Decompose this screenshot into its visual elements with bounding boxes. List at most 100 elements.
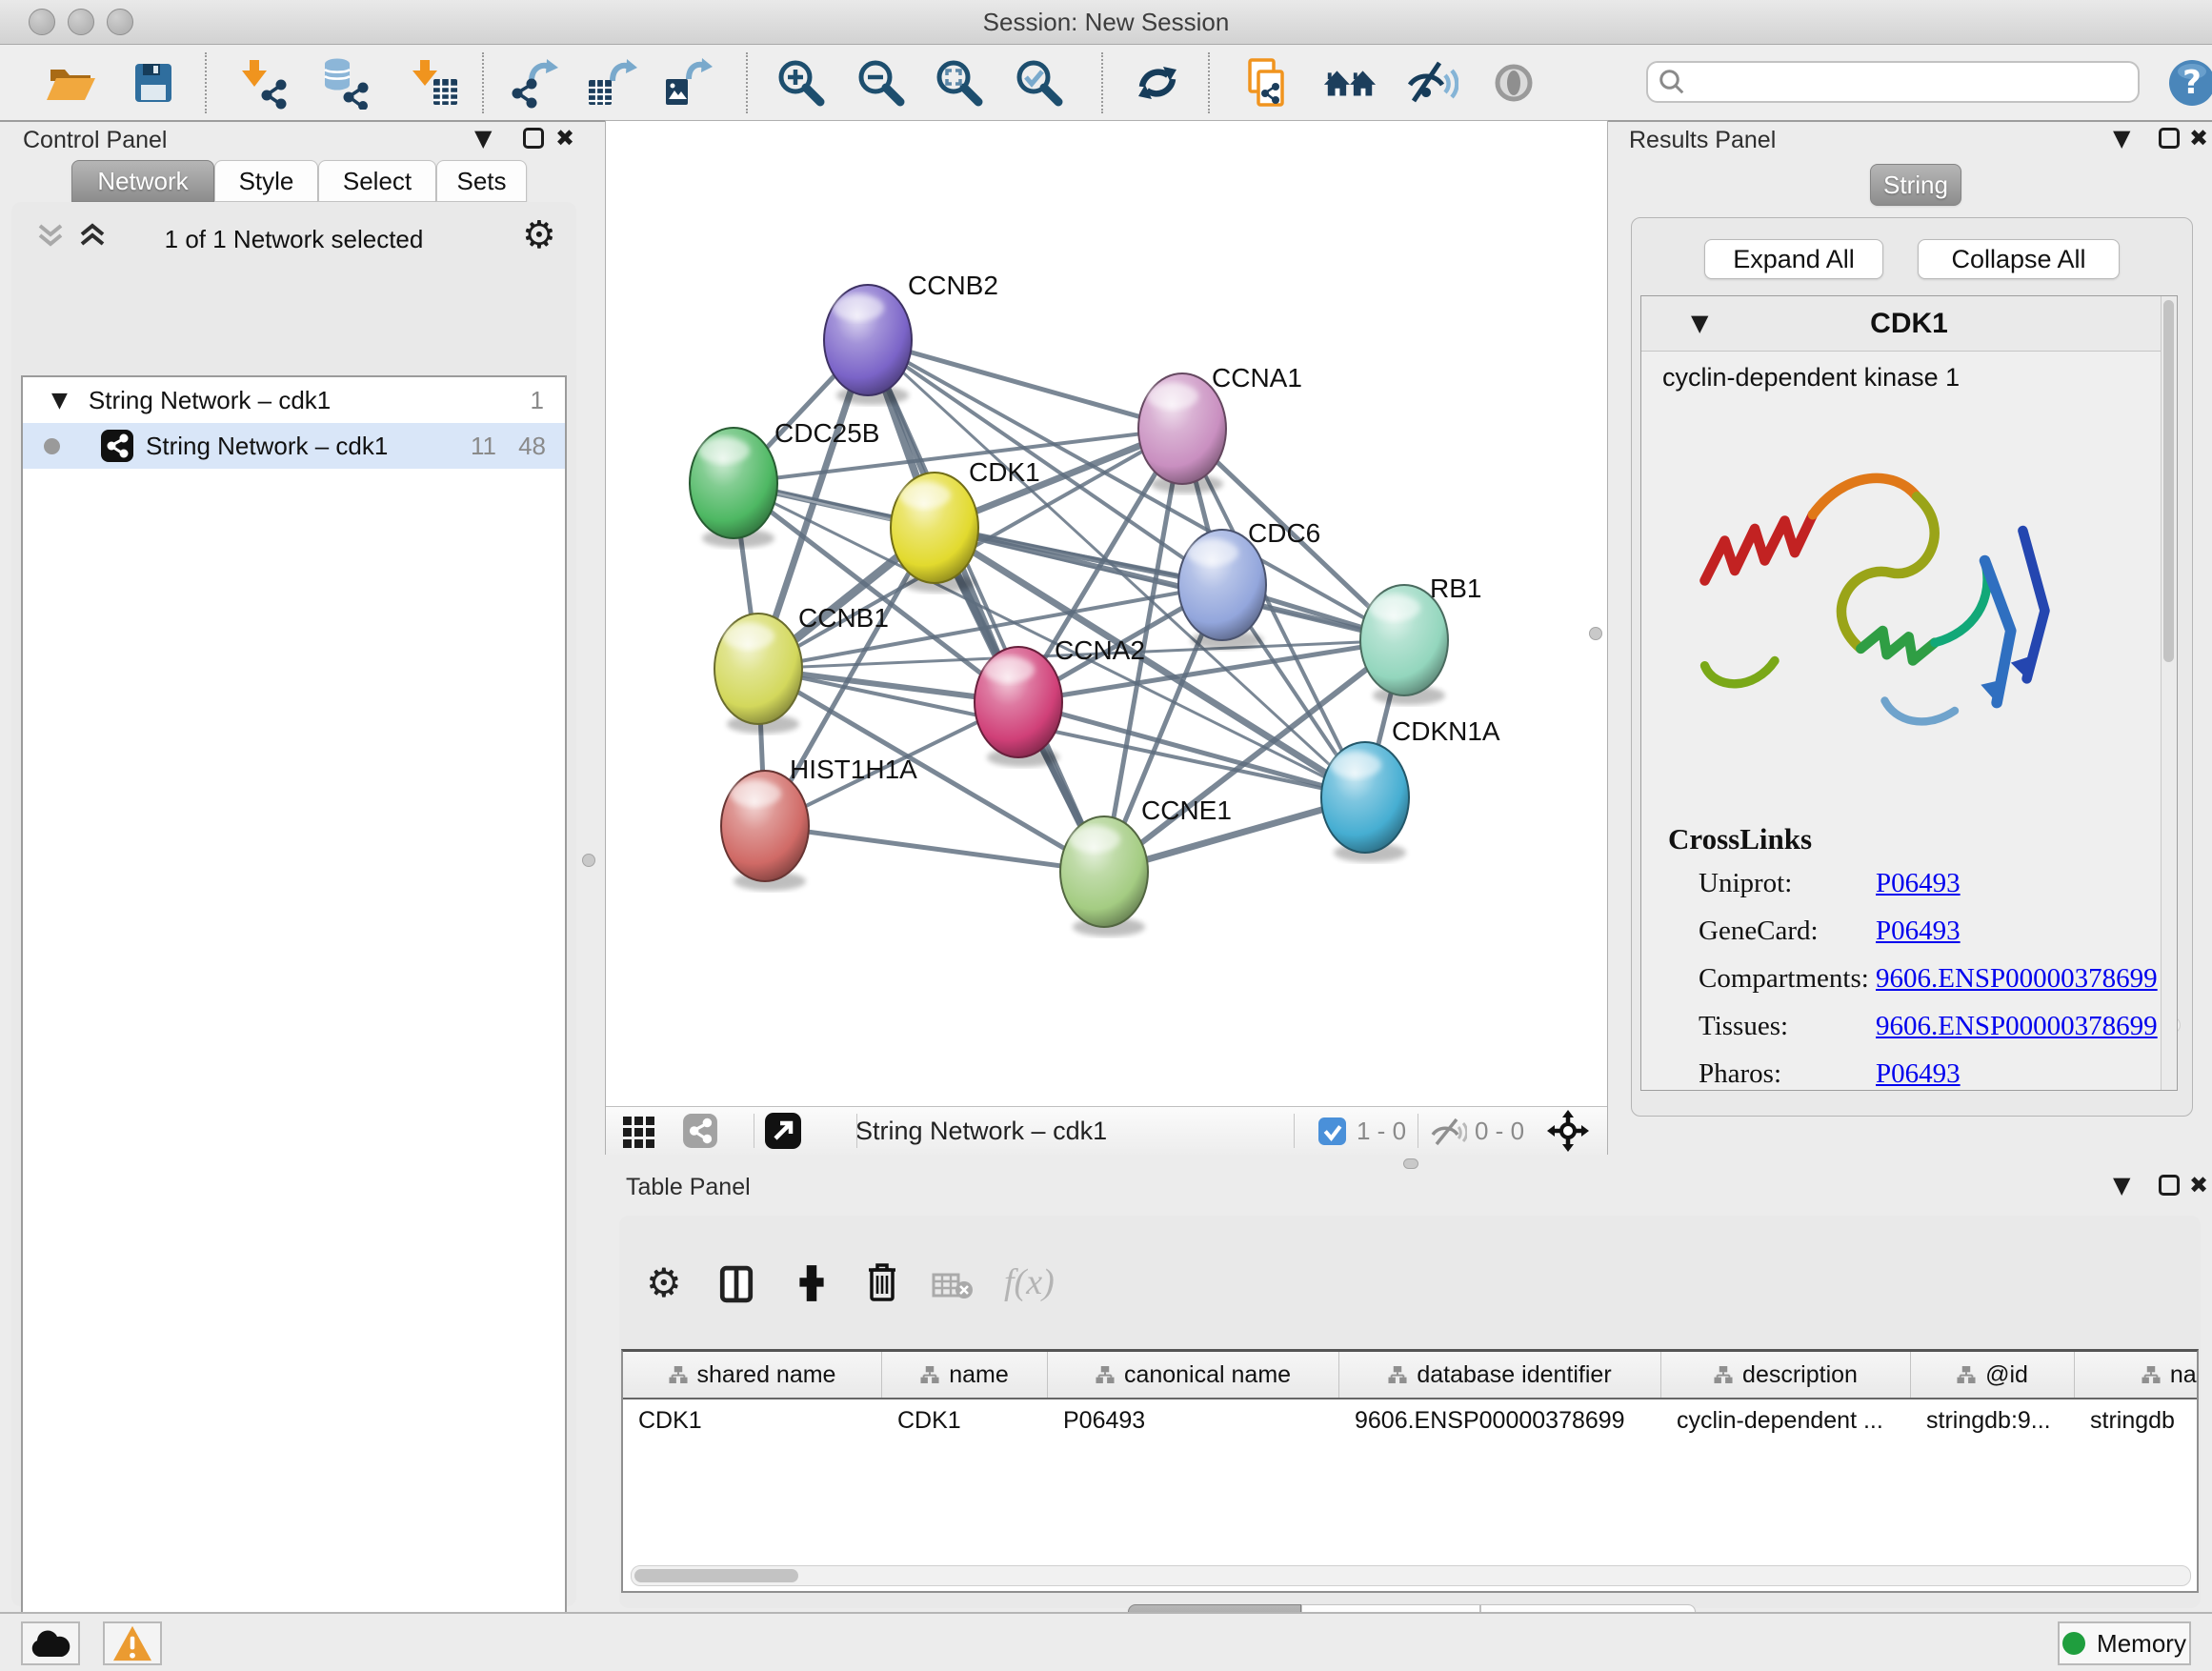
- panel-float-icon[interactable]: [2159, 128, 2180, 149]
- table-column-header[interactable]: database identifier: [1339, 1352, 1661, 1398]
- column-type-icon: [1388, 1366, 1407, 1383]
- panel-float-icon[interactable]: [2159, 1175, 2180, 1196]
- crosslink-link[interactable]: P06493: [1876, 916, 1961, 947]
- table-panel-title: Table Panel: [626, 1174, 751, 1201]
- table-cell[interactable]: P06493: [1048, 1407, 1339, 1435]
- results-vscrollbar[interactable]: [2161, 296, 2177, 1090]
- panel-close-icon[interactable]: ✖: [555, 126, 574, 151]
- zoom-selected-button[interactable]: [1012, 55, 1067, 111]
- table-cell[interactable]: CDK1: [882, 1407, 1048, 1435]
- table-cell[interactable]: 9606.ENSP00000378699: [1339, 1407, 1661, 1435]
- houses-icon: [1322, 56, 1377, 110]
- left-splitter-handle[interactable]: [582, 854, 595, 867]
- network-node[interactable]: CCNA1: [1138, 363, 1302, 493]
- table-column-header[interactable]: @id: [1911, 1352, 2075, 1398]
- zoom-in-button[interactable]: [774, 55, 829, 111]
- refresh-view-button[interactable]: [1130, 55, 1185, 111]
- table-column-header[interactable]: description: [1661, 1352, 1911, 1398]
- table-column-header[interactable]: namespace: [2075, 1352, 2199, 1398]
- show-columns-icon[interactable]: [718, 1265, 754, 1303]
- import-network-database-button[interactable]: [318, 55, 373, 111]
- cloud-status-button[interactable]: [21, 1621, 80, 1665]
- tab-style[interactable]: Style: [214, 160, 318, 202]
- save-session-button[interactable]: [126, 55, 181, 111]
- network-collection-row[interactable]: ▼ String Network – cdk1 1: [23, 377, 565, 423]
- network-edge[interactable]: [765, 826, 1104, 872]
- network-view-toolbar: String Network – cdk1 1 - 0 0 - 0: [606, 1106, 1607, 1155]
- network-node[interactable]: CDC6: [1178, 518, 1320, 650]
- import-network-file-button[interactable]: [236, 55, 292, 111]
- delete-columns-trash-icon[interactable]: [863, 1261, 901, 1303]
- zoom-fit-icon: [933, 56, 986, 110]
- export-network-button[interactable]: [506, 55, 561, 111]
- import-table-file-button[interactable]: [408, 55, 463, 111]
- network-node[interactable]: CDC25B: [690, 418, 879, 548]
- tab-string[interactable]: String: [1870, 164, 1961, 206]
- open-in-window-icon[interactable]: [764, 1112, 802, 1150]
- expand-all-button[interactable]: Expand All: [1704, 239, 1883, 279]
- network-status-dot: [44, 438, 60, 454]
- selected-checkbox-icon[interactable]: [1318, 1117, 1346, 1145]
- network-node[interactable]: CCNB1: [714, 603, 889, 734]
- tab-sets[interactable]: Sets: [436, 160, 527, 202]
- panel-collapse-icon[interactable]: ▼: [2113, 1173, 2130, 1198]
- zoom-fit-button[interactable]: [932, 55, 987, 111]
- memory-button[interactable]: Memory: [2058, 1621, 2191, 1665]
- hide-selected-button[interactable]: [1404, 55, 1459, 111]
- birdseye-grid-icon[interactable]: [621, 1113, 657, 1149]
- export-table-icon: [584, 56, 637, 110]
- crosslink-link[interactable]: 9606.ENSP00000378699: [1876, 963, 2158, 995]
- table-row[interactable]: CDK1CDK1P064939606.ENSP00000378699cyclin…: [623, 1399, 2197, 1441]
- collapse-all-button[interactable]: Collapse All: [1918, 239, 2120, 279]
- tab-network[interactable]: Network: [71, 160, 214, 202]
- panel-collapse-icon[interactable]: ▼: [474, 126, 492, 151]
- crosslink-label: Tissues:: [1699, 1011, 1788, 1042]
- collection-expand-icon[interactable]: ▼: [51, 389, 68, 413]
- column-type-icon: [1096, 1366, 1115, 1383]
- right-splitter-handle[interactable]: [1589, 627, 1602, 640]
- network-node[interactable]: CCNB2: [824, 271, 998, 405]
- open-session-button[interactable]: [44, 55, 99, 111]
- create-column-icon[interactable]: [793, 1263, 831, 1303]
- table-column-header[interactable]: name: [882, 1352, 1048, 1398]
- panel-collapse-icon[interactable]: ▼: [2113, 126, 2130, 151]
- table-cell[interactable]: CDK1: [623, 1407, 882, 1435]
- crosslink-link[interactable]: P06493: [1876, 1058, 1961, 1090]
- panel-close-icon[interactable]: ✖: [2189, 126, 2208, 151]
- table-options-gear-icon[interactable]: ⚙: [646, 1259, 682, 1306]
- export-table-button[interactable]: [583, 55, 638, 111]
- zoom-out-button[interactable]: [854, 55, 909, 111]
- string-panel-icon[interactable]: [682, 1113, 718, 1149]
- zoom-out-icon: [855, 56, 908, 110]
- panel-float-icon[interactable]: [523, 128, 544, 149]
- help-button[interactable]: ?: [2164, 55, 2212, 111]
- search-input[interactable]: [1686, 64, 2138, 100]
- panel-close-icon[interactable]: ✖: [2189, 1173, 2208, 1198]
- network-canvas[interactable]: CCNB2CCNA1CDC25BCDK1CDC6RB1CCNB1CCNA2CDK…: [606, 121, 1607, 1106]
- network-node[interactable]: HIST1H1A: [721, 755, 917, 891]
- clear-column-icon[interactable]: [932, 1271, 974, 1301]
- first-neighbors-button[interactable]: [1322, 55, 1377, 111]
- gene-card-header[interactable]: ▼ CDK1: [1641, 296, 2177, 352]
- search-field[interactable]: [1646, 61, 2140, 103]
- show-all-button[interactable]: [1486, 55, 1541, 111]
- table-cell[interactable]: stringdb: [2075, 1407, 2199, 1435]
- warnings-button[interactable]: [103, 1621, 162, 1665]
- reposition-crosshair-icon[interactable]: [1547, 1110, 1589, 1152]
- crosslink-link[interactable]: P06493: [1876, 868, 1961, 899]
- table-cell[interactable]: cyclin-dependent ...: [1661, 1407, 1911, 1435]
- export-image-button[interactable]: [659, 55, 714, 111]
- table-hscrollbar[interactable]: [631, 1565, 2191, 1586]
- clone-network-button[interactable]: [1238, 55, 1294, 111]
- network-row-selected[interactable]: String Network – cdk1 11 48: [23, 423, 565, 469]
- network-node[interactable]: RB1: [1360, 574, 1481, 705]
- table-column-header[interactable]: shared name: [623, 1352, 882, 1398]
- hidden-eye-slash-icon[interactable]: [1429, 1117, 1467, 1146]
- tab-select[interactable]: Select: [318, 160, 436, 202]
- network-options-gear-icon[interactable]: ⚙: [522, 213, 556, 257]
- table-column-header[interactable]: canonical name: [1048, 1352, 1339, 1398]
- network-node[interactable]: CDKN1A: [1321, 716, 1500, 862]
- table-cell[interactable]: stringdb:9...: [1911, 1407, 2075, 1435]
- network-node[interactable]: CCNE1: [1060, 795, 1232, 936]
- crosslink-link[interactable]: 9606.ENSP00000378699: [1876, 1011, 2158, 1042]
